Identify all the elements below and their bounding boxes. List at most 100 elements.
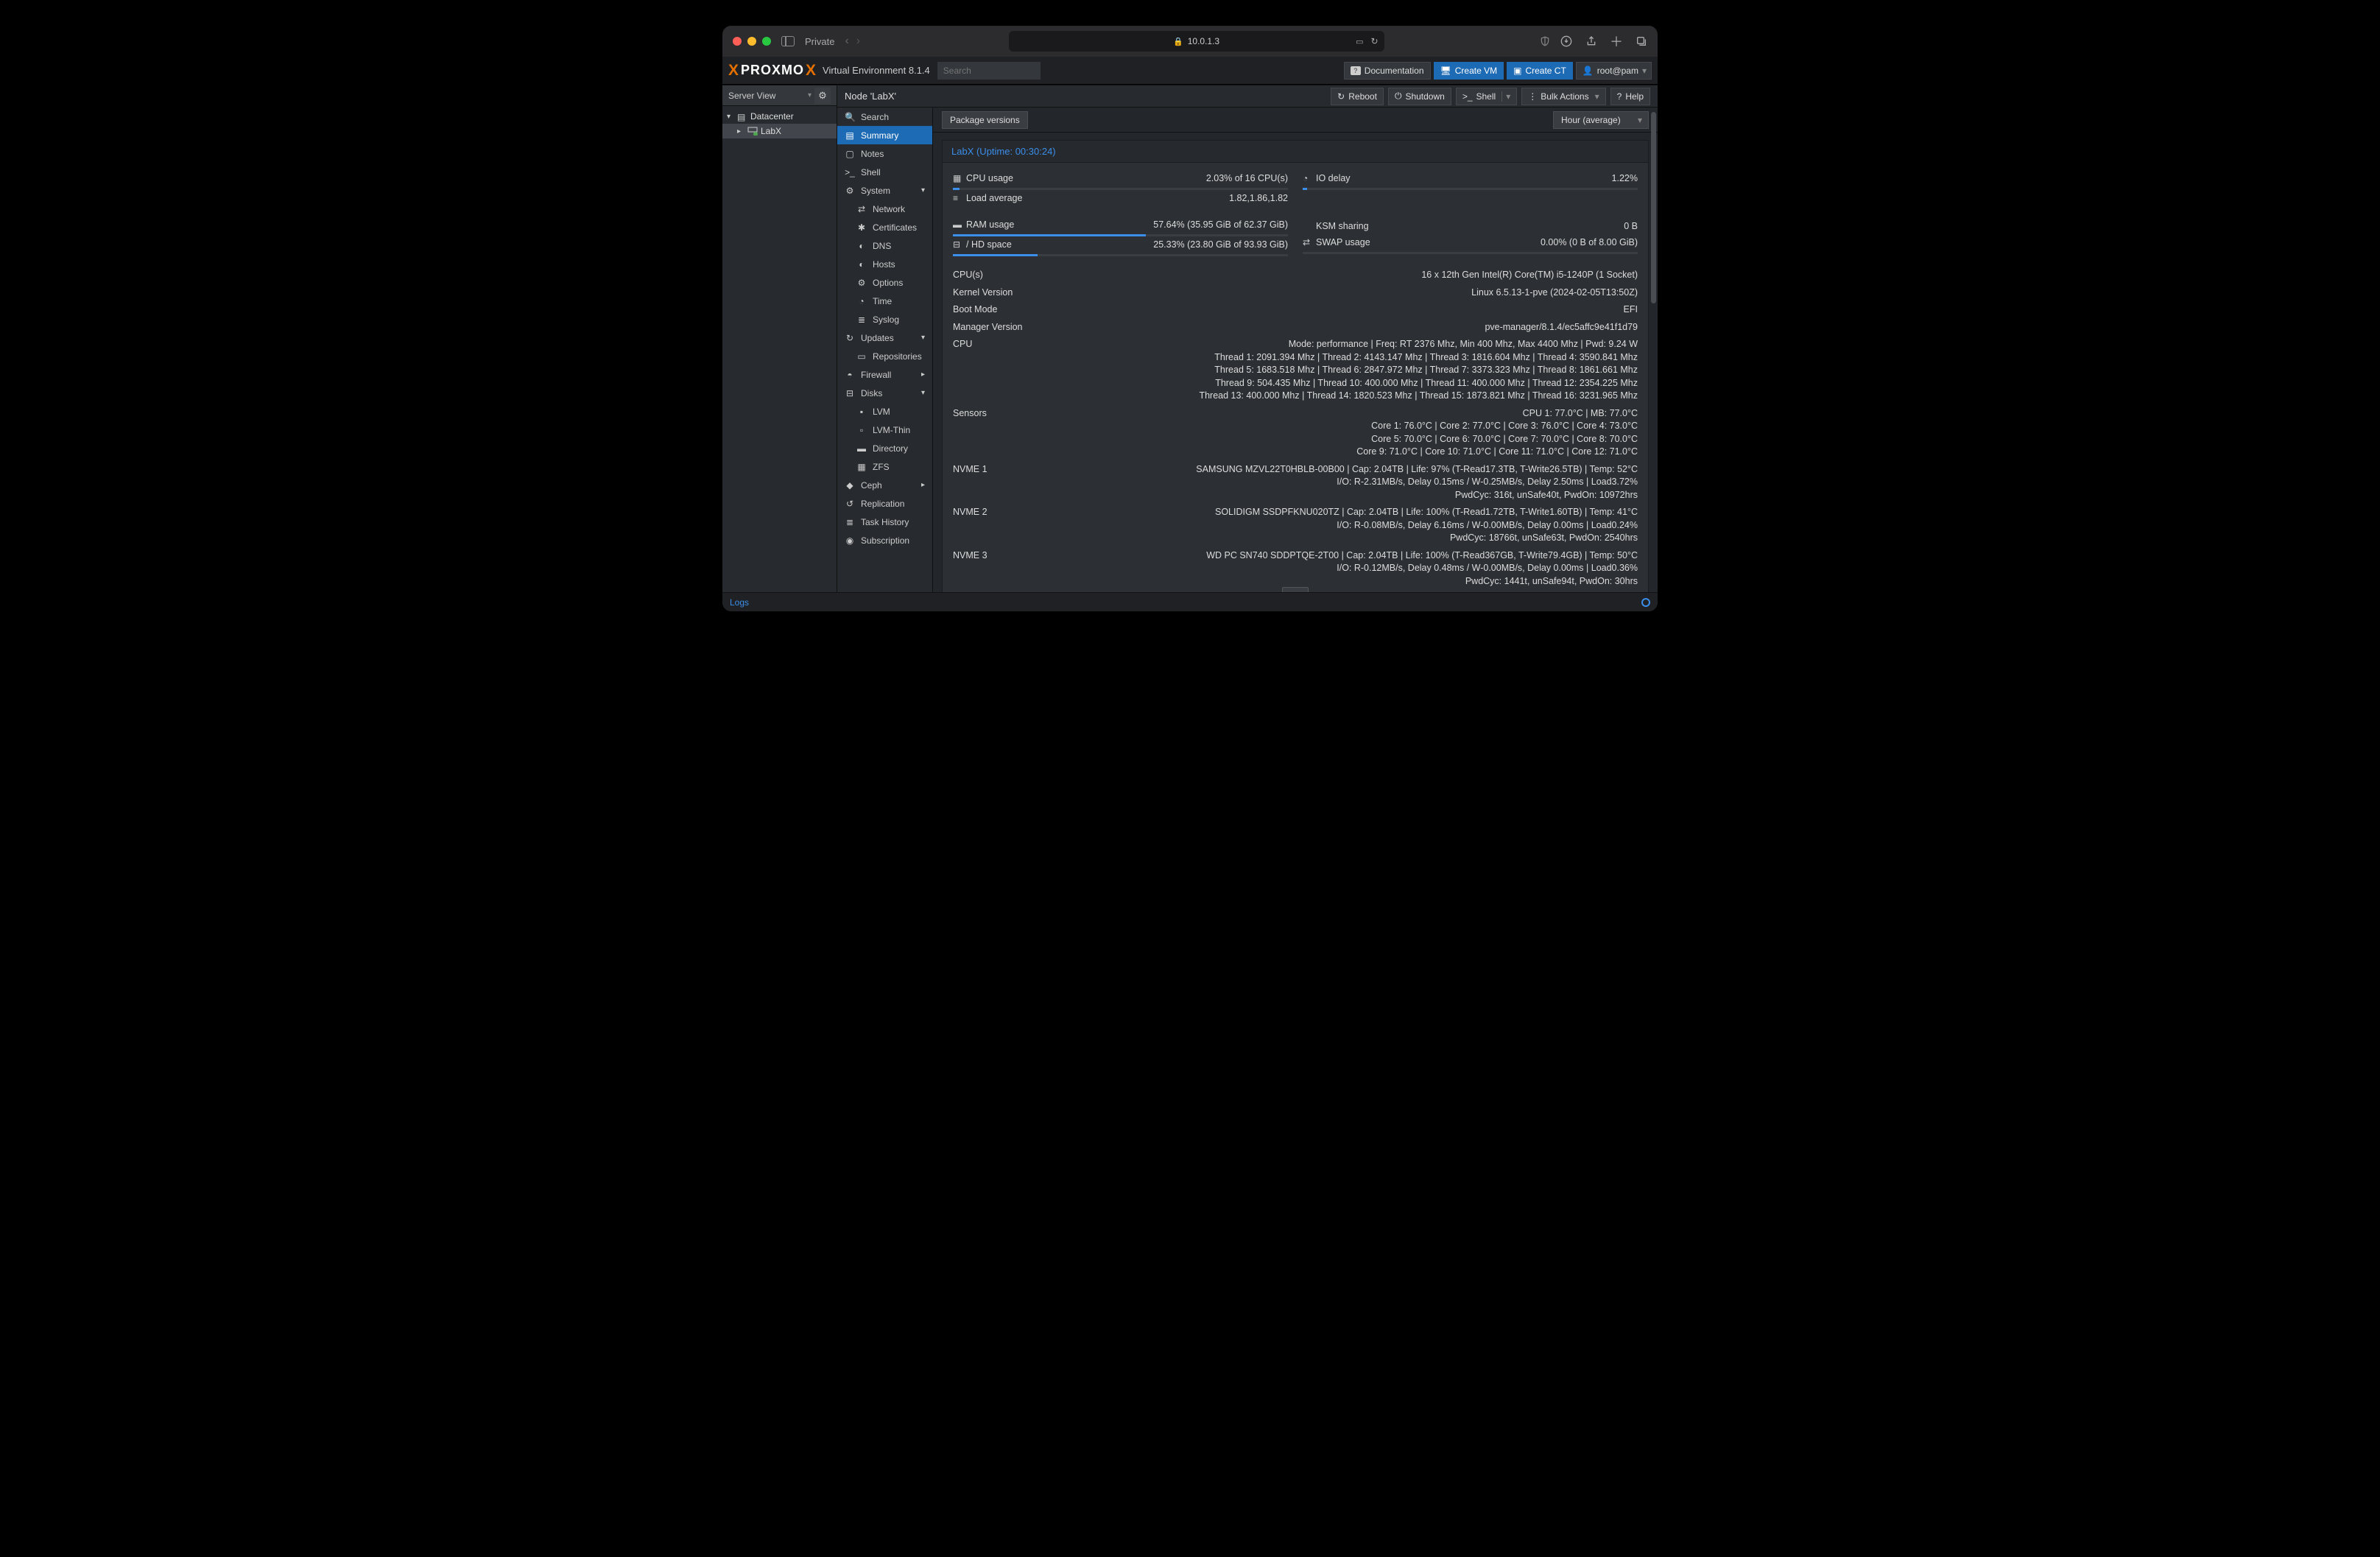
nav-item-hosts[interactable]: ◐Hosts [837, 255, 932, 273]
detail-label: Sensors [953, 407, 1056, 459]
gauge-cpu-usage: ▦CPU usage2.03% of 16 CPU(s) [953, 170, 1288, 190]
search-input[interactable] [937, 62, 1041, 80]
sidebar-toggle-icon[interactable] [781, 36, 795, 46]
summary-panel: LabX (Uptime: 00:30:24) ▦CPU usage2.03% … [942, 140, 1649, 592]
tabs-icon[interactable] [1636, 35, 1647, 47]
detail-row-kernel-version: Kernel VersionLinux 6.5.13-1-pve (2024-0… [953, 284, 1638, 302]
nav-icon: ◉ [845, 535, 855, 546]
nav-icon: ✱ [856, 222, 867, 233]
nav-label: Options [873, 278, 903, 288]
nav-icon: ◔ [856, 296, 867, 306]
nav-item-replication[interactable]: ↺Replication [837, 494, 932, 513]
nav-item-time[interactable]: ◔Time [837, 292, 932, 310]
gauge-label: / HD space [966, 239, 1012, 250]
tree-datacenter[interactable]: ▾ ▤ Datacenter [722, 109, 837, 124]
new-tab-icon[interactable]: ＋ [1610, 35, 1622, 47]
address-bar[interactable]: 🔒 10.0.1.3 ▭ ↻ [1009, 31, 1384, 52]
footer-bar[interactable]: Logs [722, 592, 1658, 611]
nav-item-lvm[interactable]: ▪LVM [837, 402, 932, 421]
minimize-window-button[interactable] [747, 37, 756, 46]
shell-button[interactable]: >_Shell▾ [1456, 88, 1517, 105]
nav-icon: ◆ [845, 480, 855, 491]
nav-item-shell[interactable]: >_Shell [837, 163, 932, 181]
view-selector[interactable]: Server View ▾ ⚙ [722, 85, 837, 106]
nav-item-search[interactable]: 🔍Search [837, 108, 932, 126]
nav-label: Hosts [873, 259, 895, 270]
scrollbar[interactable] [1651, 112, 1656, 303]
reboot-button[interactable]: ↻Reboot [1331, 88, 1384, 105]
nav-item-network[interactable]: ⇄Network [837, 200, 932, 218]
nav-item-notes[interactable]: ▢Notes [837, 144, 932, 163]
terminal-icon: >_ [1462, 91, 1473, 102]
detail-value: EFI [1056, 303, 1638, 317]
gauge-label: CPU usage [966, 173, 1013, 183]
gauge-label: SWAP usage [1316, 237, 1370, 247]
gauge-label: KSM sharing [1316, 221, 1369, 231]
gauge-icon: ⇄ [1303, 237, 1316, 247]
nav-label: LVM-Thin [873, 425, 910, 435]
nav-item-firewall[interactable]: ◓Firewall▸ [837, 365, 932, 384]
nav-icon: ▤ [845, 130, 855, 141]
tracker-icon[interactable]: ▭ [1356, 37, 1363, 46]
nav-forward-icon[interactable]: › [856, 35, 860, 48]
help-button[interactable]: ?Help [1610, 88, 1650, 105]
gauge-io-delay: ◔IO delay1.22% [1303, 170, 1638, 190]
nav-item-disks[interactable]: ⊟Disks▾ [837, 384, 932, 402]
period-dropdown[interactable]: Hour (average) [1553, 111, 1649, 129]
nav-label: Replication [861, 499, 904, 509]
detail-value: SOLIDIGM SSDPFKNU020TZ | Cap: 2.04TB | L… [1056, 506, 1638, 545]
nav-label: Directory [873, 443, 908, 454]
close-window-button[interactable] [733, 37, 742, 46]
share-icon[interactable] [1585, 35, 1597, 47]
panel-settings-button[interactable]: ⚙ [814, 88, 831, 104]
nav-item-zfs[interactable]: ▦ZFS [837, 457, 932, 476]
nav-item-subscription[interactable]: ◉Subscription [837, 531, 932, 549]
nav-item-ceph[interactable]: ◆Ceph▸ [837, 476, 932, 494]
nav-item-syslog[interactable]: ≣Syslog [837, 310, 932, 328]
version-label: Virtual Environment 8.1.4 [823, 65, 930, 76]
nav-item-directory[interactable]: ▬ Directory [837, 439, 932, 457]
user-menu[interactable]: 👤 root@pam ▾ [1576, 62, 1652, 80]
nav-back-icon[interactable]: ‹ [845, 35, 848, 48]
detail-value: SAMSUNG MZVL22T0HBLB-00B00 | Cap: 2.04TB… [1056, 463, 1638, 502]
nav-item-dns[interactable]: ◐DNS [837, 236, 932, 255]
detail-label: Kernel Version [953, 287, 1056, 300]
nav-item-updates[interactable]: ↻Updates▾ [837, 328, 932, 347]
reload-icon[interactable]: ↻ [1371, 36, 1379, 46]
chevron-down-icon: ▾ [1501, 91, 1510, 102]
documentation-button[interactable]: ? Documentation [1344, 62, 1431, 80]
nav-icon: ▬ [856, 443, 867, 454]
book-icon: ? [1351, 66, 1361, 75]
nav-item-repositories[interactable]: ▭Repositories [837, 347, 932, 365]
breadcrumb-bar: Node 'LabX' ↻Reboot ⏻Shutdown >_Shell▾ ⋮… [837, 85, 1658, 108]
panel-resize-handle[interactable] [1282, 587, 1309, 592]
downloads-icon[interactable] [1560, 35, 1572, 47]
detail-row-cpu-s-: CPU(s)16 x 12th Gen Intel(R) Core(TM) i5… [953, 267, 1638, 284]
bulk-actions-button[interactable]: ⋮Bulk Actions▾ [1521, 88, 1605, 105]
shield-icon[interactable] [1540, 36, 1550, 46]
nav-item-system[interactable]: ⚙System▾ [837, 181, 932, 200]
nav-item-lvm-thin[interactable]: ▫LVM-Thin [837, 421, 932, 439]
expand-icon: ▸ [921, 481, 925, 489]
create-vm-button[interactable]: 🖥 Create VM [1434, 62, 1504, 80]
nav-item-certificates[interactable]: ✱Certificates [837, 218, 932, 236]
maximize-window-button[interactable] [762, 37, 771, 46]
nav-label: Network [873, 204, 905, 214]
tree-node-labx[interactable]: ▸ LabX [722, 124, 837, 138]
nav-label: ZFS [873, 462, 890, 472]
nav-item-task-history[interactable]: ≣Task History [837, 513, 932, 531]
gauge-bar [1303, 252, 1638, 254]
gauge-label: Load average [966, 193, 1022, 203]
nav-item-summary[interactable]: ▤Summary [837, 126, 932, 144]
nav-label: LVM [873, 407, 890, 417]
package-versions-button[interactable]: Package versions [942, 111, 1028, 129]
create-ct-button[interactable]: ▣ Create CT [1507, 62, 1573, 80]
reboot-icon: ↻ [1337, 91, 1345, 102]
nav-label: Disks [861, 388, 882, 398]
shutdown-button[interactable]: ⏻Shutdown [1388, 88, 1451, 105]
gauge-value: 57.64% (35.95 GiB of 62.37 GiB) [1153, 219, 1288, 230]
gauge-value: 2.03% of 16 CPU(s) [1206, 173, 1288, 183]
detail-row-manager-version: Manager Versionpve-manager/8.1.4/ec5affc… [953, 319, 1638, 337]
nav-item-options[interactable]: ⚙Options [837, 273, 932, 292]
nav-label: Notes [861, 149, 884, 159]
